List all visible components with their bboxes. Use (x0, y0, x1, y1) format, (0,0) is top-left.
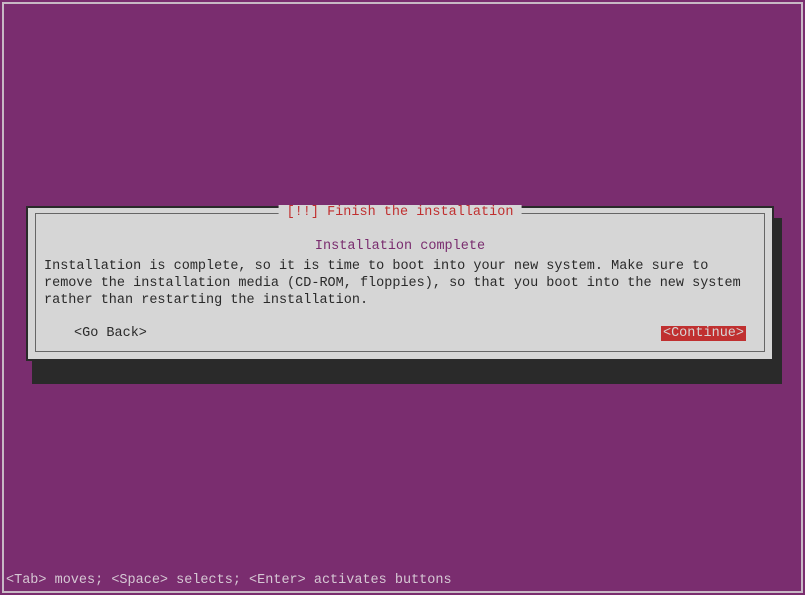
dialog-body-text: Installation is complete, so it is time … (44, 259, 756, 310)
installer-dialog: [!!] Finish the installation Installatio… (26, 206, 774, 361)
continue-button[interactable]: <Continue> (661, 326, 746, 341)
go-back-button[interactable]: <Go Back> (72, 326, 149, 341)
dialog-subtitle: Installation complete (36, 239, 764, 254)
help-bar: <Tab> moves; <Space> selects; <Enter> ac… (6, 573, 452, 588)
dialog-border: [!!] Finish the installation Installatio… (35, 213, 765, 352)
dialog-title: [!!] Finish the installation (279, 205, 522, 220)
dialog-buttons: <Go Back> <Continue> (36, 326, 764, 341)
